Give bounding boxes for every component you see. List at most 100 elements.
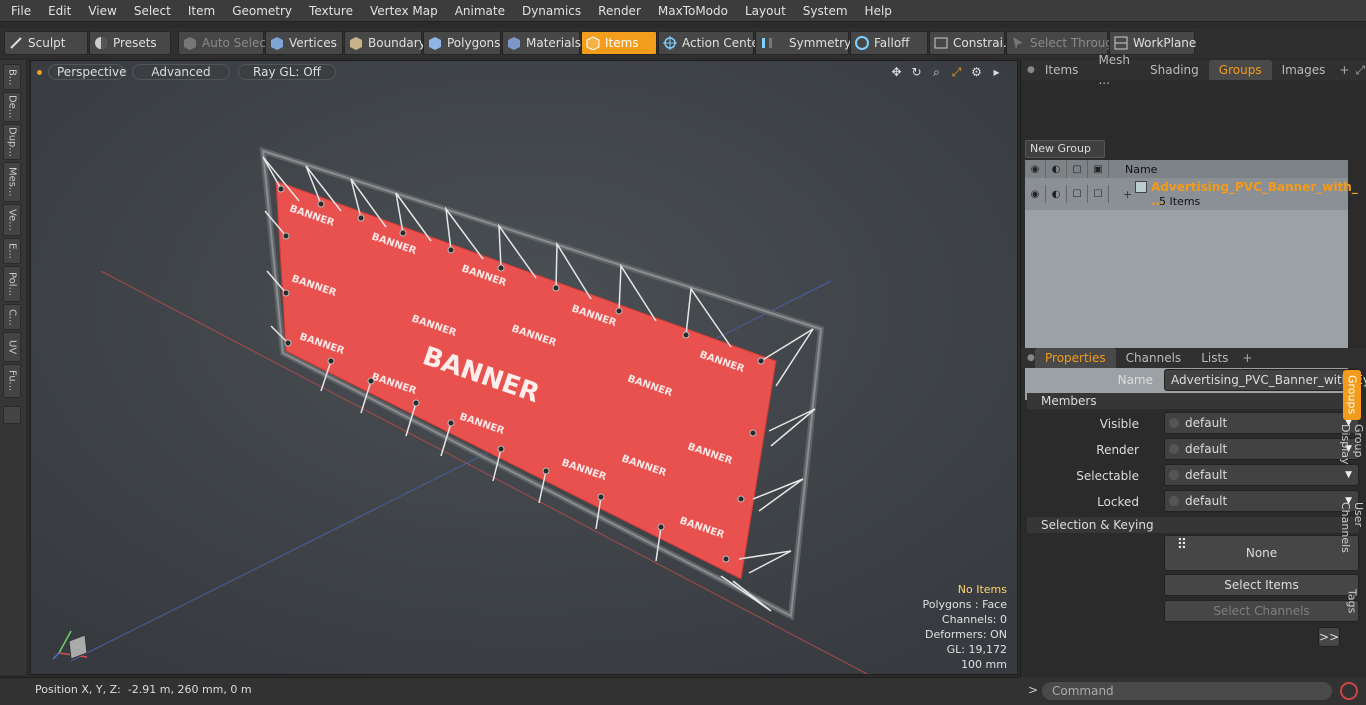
lock-cube-icon[interactable]: ▣ xyxy=(1088,160,1109,178)
add-tab-icon[interactable]: + xyxy=(1335,63,1353,77)
workplane-icon xyxy=(1114,36,1128,50)
zoom-view-icon[interactable]: ⌕ xyxy=(928,64,945,80)
tab-channels[interactable]: Channels xyxy=(1116,348,1192,368)
new-group-button[interactable]: New Group xyxy=(1025,140,1105,158)
position-readout: Position X, Y, Z: -2.91 m, 260 mm, 0 m xyxy=(35,683,252,696)
menu-maxtomodo[interactable]: MaxToModo xyxy=(647,0,734,22)
left-tab-extra[interactable] xyxy=(3,406,21,424)
presets-button[interactable]: Presets xyxy=(89,31,171,55)
select-items-button[interactable]: Select Items xyxy=(1164,574,1359,596)
menu-dynamics[interactable]: Dynamics xyxy=(511,0,587,22)
left-tab-curve[interactable]: C... xyxy=(3,304,21,330)
locked-dropdown[interactable]: default ▼ xyxy=(1164,490,1359,512)
view-settings-icon[interactable]: ⚙ xyxy=(968,64,985,80)
prompt-chevron-icon: > xyxy=(1028,683,1039,697)
menu-view[interactable]: View xyxy=(77,0,122,22)
props-dot-icon: ● xyxy=(1027,353,1035,363)
tab-shading[interactable]: Shading xyxy=(1140,60,1209,80)
action-center-button[interactable]: Action Center xyxy=(658,31,764,55)
menu-render[interactable]: Render xyxy=(587,0,647,22)
polygons-icon xyxy=(428,36,442,50)
tab-mesh[interactable]: Mesh ... xyxy=(1088,50,1140,90)
menu-edit[interactable]: Edit xyxy=(37,0,77,22)
left-tab-polygon[interactable]: Pol... xyxy=(3,266,21,302)
group-icon xyxy=(1135,181,1147,193)
rotate-view-icon[interactable]: ↻ xyxy=(908,64,925,80)
menu-select[interactable]: Select xyxy=(123,0,177,22)
select-cube-icon[interactable]: ▢ xyxy=(1067,160,1088,178)
falloff-button[interactable]: Falloff xyxy=(850,31,928,55)
tab-groups[interactable]: Groups xyxy=(1208,60,1272,80)
group-row[interactable]: ◉ ◐ ☐ ☐ + Advertising_PVC_Banner_with_ .… xyxy=(1025,178,1358,210)
menu-system[interactable]: System xyxy=(792,0,854,22)
menu-animate[interactable]: Animate xyxy=(444,0,511,22)
render-dropdown[interactable]: default ▼ xyxy=(1164,438,1359,460)
none-button[interactable]: ⠿ None xyxy=(1164,535,1359,571)
symmetry-button[interactable]: Symmetry xyxy=(755,31,851,55)
row-render-icon[interactable]: ◐ xyxy=(1046,185,1067,203)
view-menu-icon[interactable]: ▸ xyxy=(988,64,1005,80)
move-view-icon[interactable]: ✥ xyxy=(888,64,905,80)
row-lock-checkbox[interactable]: ☐ xyxy=(1088,185,1109,203)
raygl-toggle[interactable]: Ray GL: Off xyxy=(238,64,336,80)
side-tab-groups[interactable]: Groups xyxy=(1343,370,1361,420)
items-button[interactable]: Items xyxy=(581,31,657,55)
left-tab-uv[interactable]: UV xyxy=(3,332,21,362)
boundary-button[interactable]: Boundary xyxy=(344,31,426,55)
visibility-eye-icon[interactable]: ◉ xyxy=(1025,160,1046,178)
tab-items[interactable]: Items xyxy=(1035,60,1089,80)
visible-dropdown[interactable]: default ▼ xyxy=(1164,412,1359,434)
add-prop-tab-icon[interactable]: + xyxy=(1238,351,1256,365)
cube-icon xyxy=(183,36,197,50)
viewport-stats: No Items Polygons : Face Channels: 0 Def… xyxy=(922,582,1007,672)
tab-images[interactable]: Images xyxy=(1272,60,1336,80)
polygons-button[interactable]: Polygons xyxy=(423,31,501,55)
sculpt-button[interactable]: Sculpt xyxy=(4,31,88,55)
menu-layout[interactable]: Layout xyxy=(734,0,792,22)
side-tab-group-display[interactable]: Group Display xyxy=(1339,424,1365,496)
side-tab-tags[interactable]: Tags xyxy=(1343,584,1361,618)
select-channels-button[interactable]: Select Channels xyxy=(1164,600,1359,622)
materials-button[interactable]: Materials xyxy=(502,31,581,55)
menu-vertex-map[interactable]: Vertex Map xyxy=(359,0,444,22)
menu-item[interactable]: Item xyxy=(177,0,221,22)
auto-select-button[interactable]: Auto Select xyxy=(178,31,271,55)
expand-icon[interactable]: ⤢ xyxy=(1353,63,1366,78)
group-item-count: 5 Items xyxy=(1159,195,1201,208)
3d-viewport[interactable]: BANNER BANNER BANNER BANNER BANNER BANNE… xyxy=(30,60,1018,675)
render-icon[interactable]: ◐ xyxy=(1046,160,1067,178)
selectable-dropdown[interactable]: default ▼ xyxy=(1164,464,1359,486)
menu-geometry[interactable]: Geometry xyxy=(221,0,298,22)
row-select-checkbox[interactable]: ☐ xyxy=(1067,185,1088,203)
command-input[interactable]: Command xyxy=(1042,682,1332,700)
menu-file[interactable]: File xyxy=(0,0,37,22)
constrain-button[interactable]: Constrai... xyxy=(929,31,1014,55)
menu-texture[interactable]: Texture xyxy=(298,0,359,22)
materials-icon xyxy=(507,36,521,50)
left-tab-mesh[interactable]: Mes... xyxy=(3,162,21,202)
name-field[interactable]: Advertising_PVC_Banner_with_Eyelet xyxy=(1164,369,1366,391)
left-tab-edge[interactable]: E... xyxy=(3,238,21,264)
menu-help[interactable]: Help xyxy=(854,0,898,22)
perspective-dropdown[interactable]: Perspective xyxy=(48,64,127,80)
record-icon[interactable] xyxy=(1340,682,1358,700)
more-button[interactable]: >> xyxy=(1318,627,1340,647)
left-tab-vertex[interactable]: Ve... xyxy=(3,204,21,236)
vertices-button[interactable]: Vertices1 xyxy=(265,31,349,55)
pivot-grid-icon: ⠿ xyxy=(1176,537,1188,553)
expand-plus-icon[interactable]: + xyxy=(1123,188,1132,201)
selection-keying-section[interactable]: Selection & Keying xyxy=(1027,517,1359,533)
left-tab-fusion[interactable]: Fu... xyxy=(3,364,21,398)
side-tab-user-channels[interactable]: User Channels xyxy=(1339,502,1365,578)
shading-dropdown[interactable]: Advanced xyxy=(132,64,230,80)
scene-canvas: BANNER BANNER BANNER BANNER BANNER BANNE… xyxy=(31,61,1017,674)
tab-lists[interactable]: Lists xyxy=(1191,348,1238,368)
row-eye-icon[interactable]: ◉ xyxy=(1025,185,1046,203)
members-section[interactable]: Members xyxy=(1027,393,1359,409)
left-tab-duplicate[interactable]: Dup... xyxy=(3,124,21,160)
properties-side-tabs: Groups Group Display User Channels Tags xyxy=(1339,370,1365,640)
left-tab-deform[interactable]: De... xyxy=(3,92,21,122)
tab-properties[interactable]: Properties xyxy=(1035,348,1116,368)
left-tab-basic[interactable]: B... xyxy=(3,64,21,90)
maximize-view-icon[interactable]: ⤢ xyxy=(948,64,965,80)
